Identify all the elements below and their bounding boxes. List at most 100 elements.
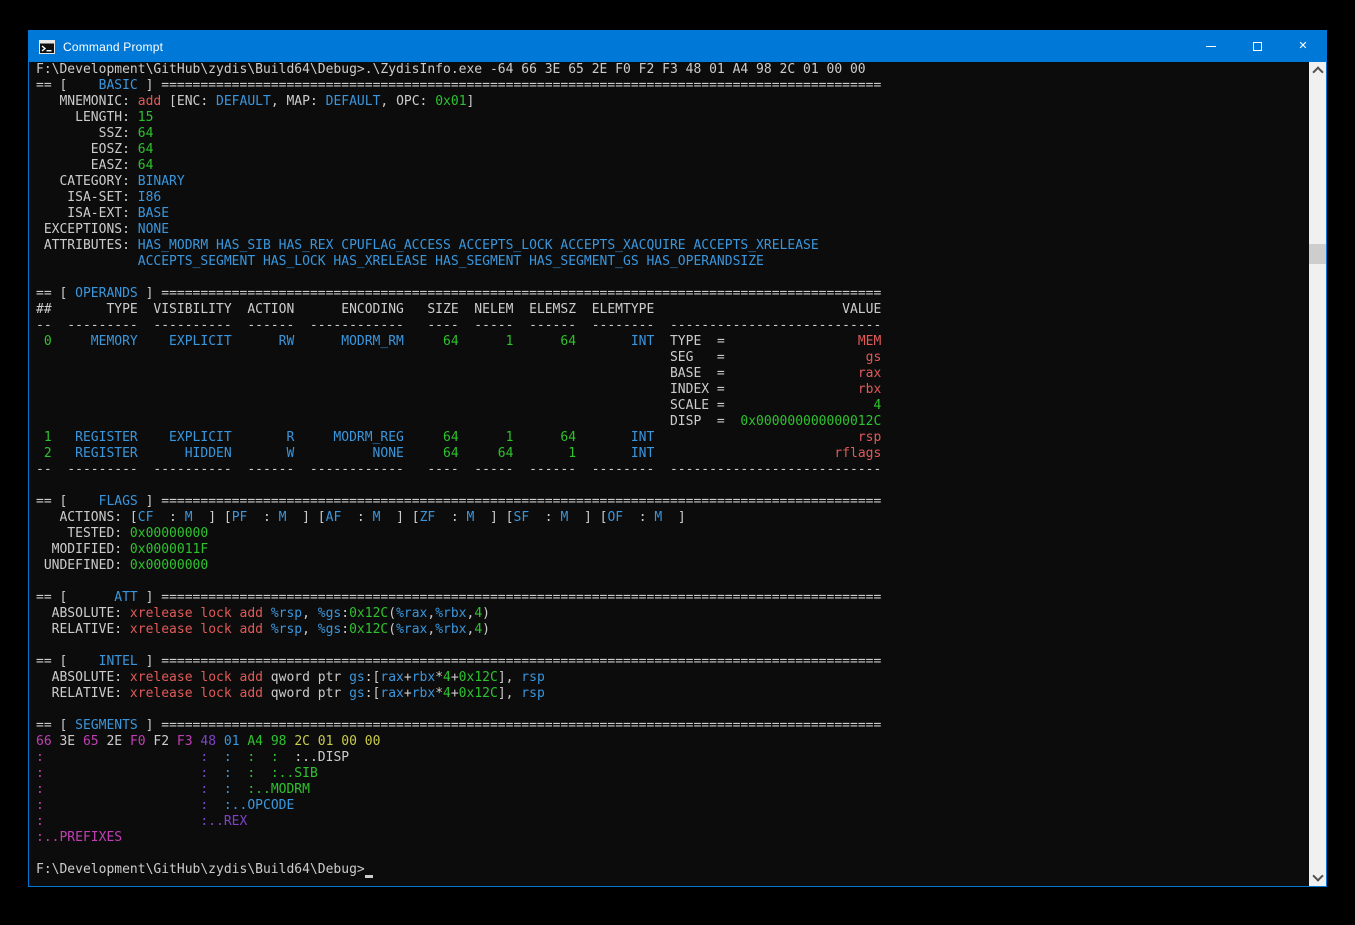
text-segment: 98 — [271, 734, 294, 749]
text-segment: ABSOLUTE: — [36, 670, 130, 685]
text-segment: == [ — [36, 78, 75, 93]
text-segment: 0x01 — [435, 94, 466, 109]
terminal-line: F:\Development\GitHub\zydis\Build64\Debu… — [36, 862, 1308, 878]
text-segment — [44, 814, 201, 829]
text-segment: :[ — [365, 686, 381, 701]
terminal-line: LENGTH: 15 — [36, 110, 1308, 126]
terminal-line: DISP = 0x000000000000012C — [36, 414, 1308, 430]
text-segment: 15 — [138, 110, 154, 125]
text-segment — [255, 766, 271, 781]
text-segment: 2 — [36, 446, 52, 461]
text-segment: : — [36, 798, 44, 813]
text-segment: TESTED: — [36, 526, 130, 541]
text-segment: PF — [232, 510, 248, 525]
terminal-line — [36, 478, 1308, 494]
text-segment: : — [224, 750, 232, 765]
text-segment: : — [247, 510, 278, 525]
console-output[interactable]: F:\Development\GitHub\zydis\Build64\Debu… — [36, 62, 1308, 886]
text-segment: 0x12C — [459, 670, 498, 685]
scroll-down-button[interactable] — [1309, 869, 1326, 886]
text-segment: * — [435, 670, 443, 685]
text-segment: 64 — [138, 126, 154, 141]
terminal-line: ACCEPTS_SEGMENT HAS_LOCK HAS_XRELEASE HA… — [36, 254, 1308, 270]
text-segment: == [ — [36, 718, 75, 733]
text-segment: HAS_MODRM HAS_SIB HAS_REX CPUFLAG_ACCESS… — [138, 238, 819, 253]
text-segment: :..MODRM — [247, 782, 310, 797]
text-segment — [263, 606, 271, 621]
text-segment: A4 — [247, 734, 270, 749]
scrollbar[interactable] — [1309, 62, 1326, 886]
text-segment: ] [ — [474, 510, 513, 525]
text-segment: ] ======================================… — [138, 718, 882, 733]
title-bar[interactable]: Command Prompt ✕ — [29, 31, 1326, 62]
text-segment: + — [451, 686, 459, 701]
terminal-line: : : : : : :..DISP — [36, 750, 1308, 766]
text-segment: EASZ: — [36, 158, 138, 173]
text-segment: MEMORY EXPLICIT RW MODRM_RM — [52, 334, 404, 349]
text-segment: INT — [576, 446, 654, 461]
text-segment: ACTIONS: [ — [36, 510, 138, 525]
terminal-line: ISA-EXT: BASE — [36, 206, 1308, 222]
terminal-line: SSZ: 64 — [36, 126, 1308, 142]
text-segment: == [ — [36, 590, 75, 605]
text-segment: SCALE = — [36, 398, 873, 413]
terminal-window: Command Prompt ✕ F:\Development\GitHub\z… — [28, 30, 1327, 887]
maximize-icon — [1253, 42, 1262, 51]
terminal-line: INDEX = rbx — [36, 382, 1308, 398]
scrollbar-thumb[interactable] — [1309, 244, 1326, 264]
minimize-icon — [1206, 46, 1216, 47]
text-segment — [44, 750, 201, 765]
text-segment: OPERANDS — [75, 286, 138, 301]
text-segment: 0x12C — [459, 686, 498, 701]
terminal-line: == [ ATT ] =============================… — [36, 590, 1308, 606]
text-segment: FLAGS — [75, 494, 138, 509]
text-segment: ] — [662, 510, 685, 525]
terminal-line — [36, 270, 1308, 286]
text-segment: ACCEPTS_SEGMENT HAS_LOCK HAS_XRELEASE HA… — [138, 254, 764, 269]
window-controls: ✕ — [1188, 31, 1326, 62]
text-segment: : — [224, 766, 232, 781]
text-segment: -- --------- ---------- ------ ---------… — [36, 462, 881, 477]
text-segment: :[ — [365, 670, 381, 685]
maximize-button[interactable] — [1234, 31, 1280, 62]
console: F:\Development\GitHub\zydis\Build64\Debu… — [29, 62, 1326, 886]
text-segment: %rbx — [435, 606, 466, 621]
text-segment — [654, 430, 858, 445]
terminal-line: :..PREFIXES — [36, 830, 1308, 846]
text-segment: == [ — [36, 654, 75, 669]
close-button[interactable]: ✕ — [1280, 31, 1326, 62]
text-segment: M — [185, 510, 193, 525]
text-cursor — [365, 862, 373, 878]
terminal-line: EOSZ: 64 — [36, 142, 1308, 158]
text-segment: DEFAULT — [326, 94, 381, 109]
text-segment — [232, 766, 248, 781]
terminal-line: 2 REGISTER HIDDEN W NONE 64 64 1 INT rfl… — [36, 446, 1308, 462]
text-segment — [255, 750, 271, 765]
text-segment: 0x12C — [349, 606, 388, 621]
text-segment: ] ======================================… — [138, 494, 882, 509]
minimize-button[interactable] — [1188, 31, 1234, 62]
text-segment: ABSOLUTE: — [36, 606, 130, 621]
text-segment — [232, 750, 248, 765]
text-segment: MEM — [858, 334, 881, 349]
scroll-up-button[interactable] — [1309, 62, 1326, 79]
text-segment: :..OPCODE — [224, 798, 294, 813]
text-segment: %gs — [318, 606, 341, 621]
text-segment: ], — [498, 686, 521, 701]
text-segment: rbx — [412, 686, 435, 701]
text-segment — [208, 798, 224, 813]
text-segment: 65 — [83, 734, 106, 749]
text-segment — [208, 766, 224, 781]
text-segment: 4 — [443, 670, 451, 685]
terminal-line: -- --------- ---------- ------ ---------… — [36, 318, 1308, 334]
terminal-line: -- --------- ---------- ------ ---------… — [36, 462, 1308, 478]
terminal-line: TESTED: 0x00000000 — [36, 526, 1308, 542]
text-segment: DISP = — [36, 414, 740, 429]
text-segment: : — [36, 750, 44, 765]
close-icon: ✕ — [1298, 41, 1307, 52]
terminal-line: ISA-SET: I86 — [36, 190, 1308, 206]
text-segment: 4 — [873, 398, 881, 413]
text-segment: %rax — [396, 622, 427, 637]
chevron-up-icon — [1312, 66, 1323, 77]
terminal-line: ABSOLUTE: xrelease lock add qword ptr gs… — [36, 670, 1308, 686]
